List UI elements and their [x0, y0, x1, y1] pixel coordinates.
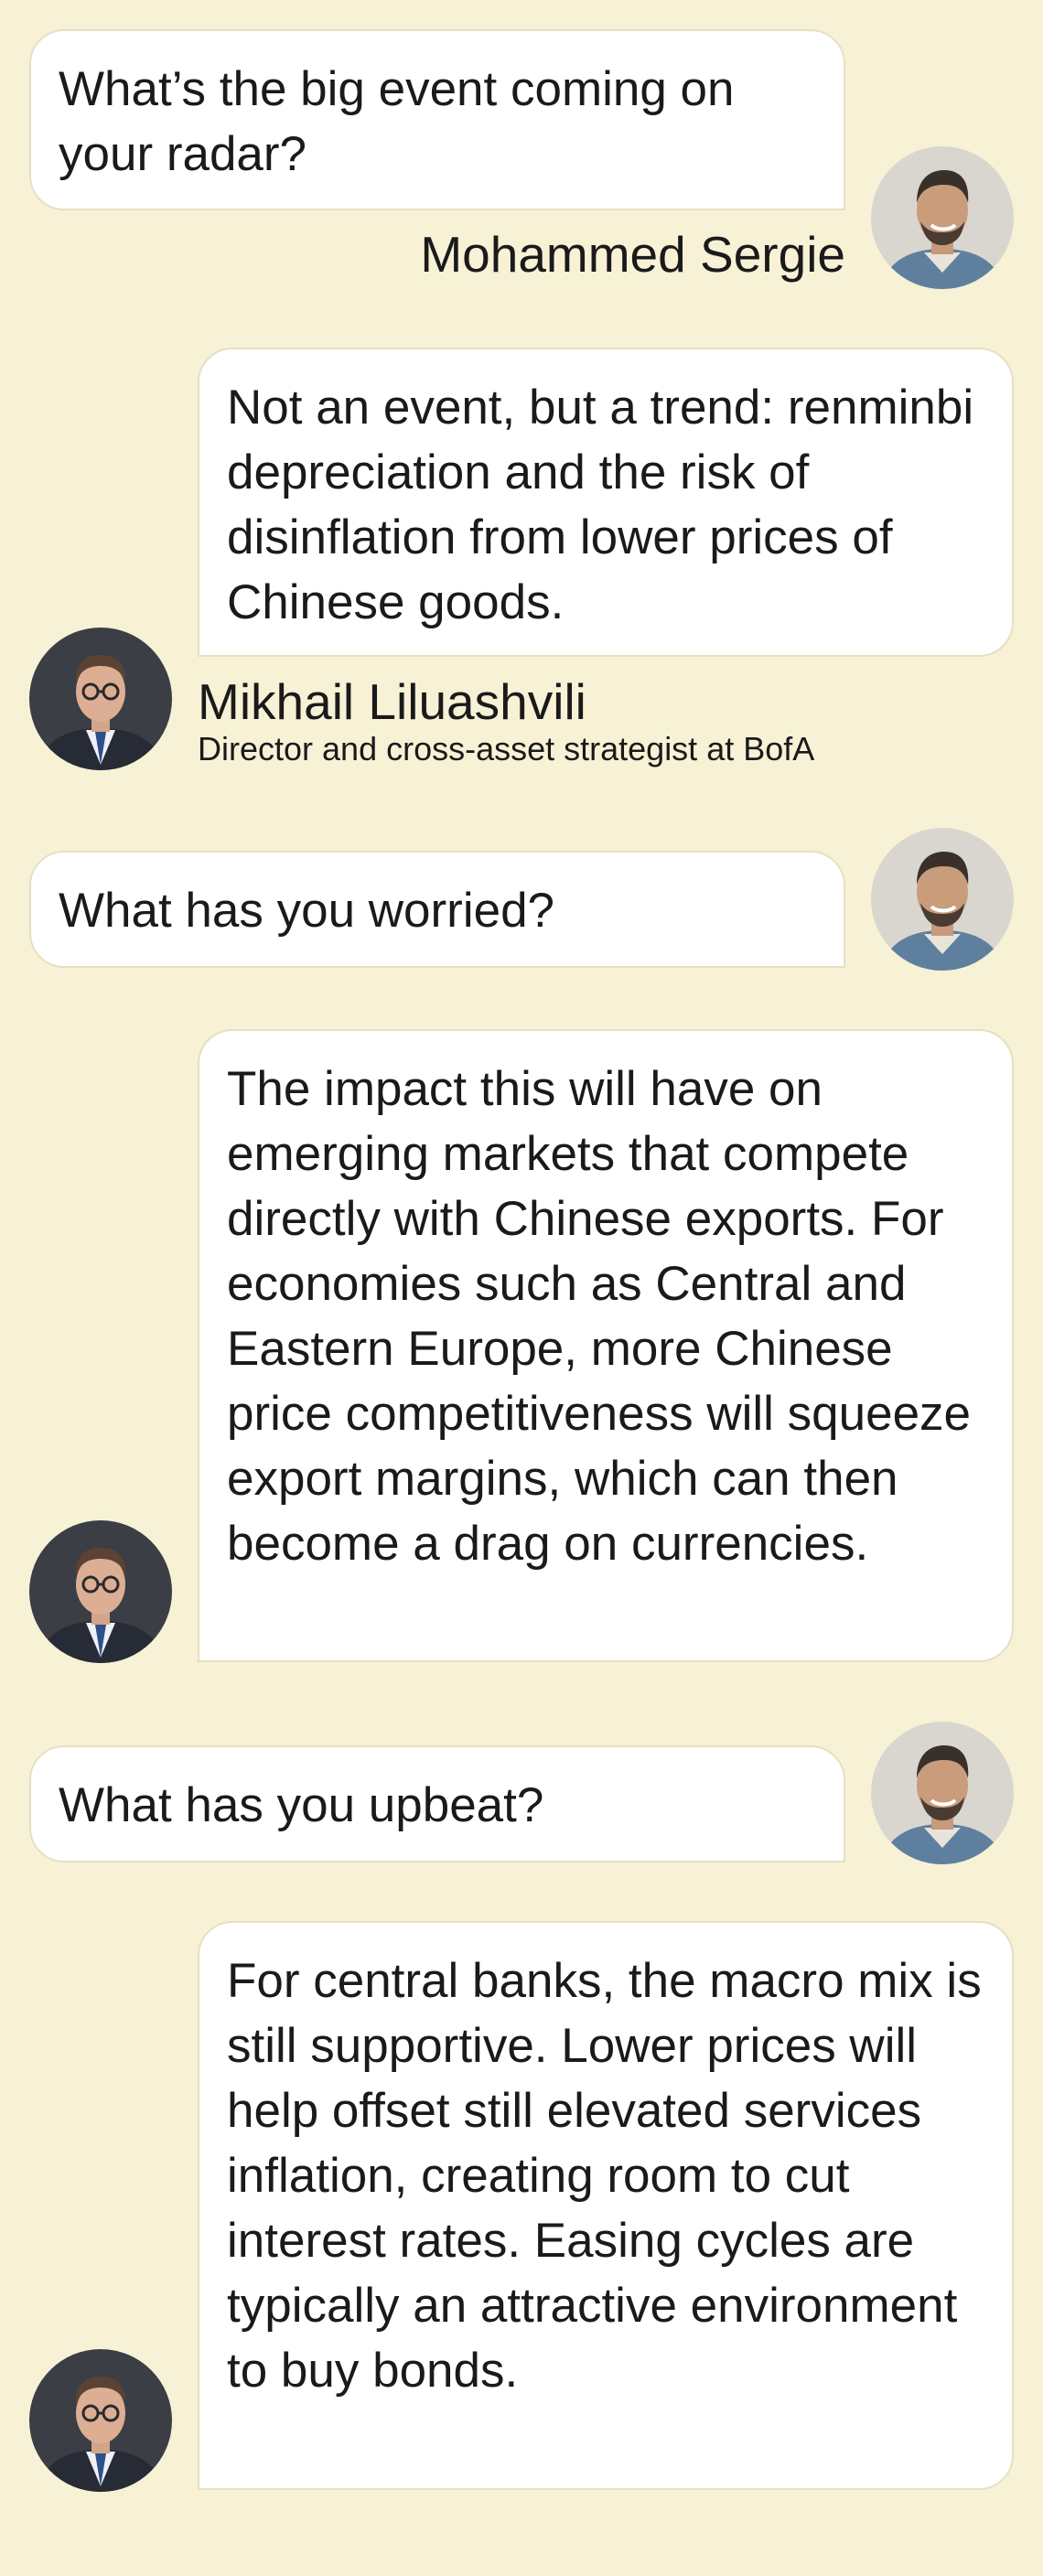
answer-bubble-3: For central banks, the macro mix is stil…: [198, 1921, 1014, 2490]
respondent-avatar-icon: [29, 1520, 172, 1663]
respondent-title: Director and cross-asset strategist at B…: [198, 730, 815, 767]
message-text: What has you worried?: [59, 884, 555, 938]
interviewer-avatar-icon: [871, 1722, 1014, 1864]
message-text: The impact this will have on emerging ma…: [227, 1062, 972, 1571]
respondent-avatar-icon: [29, 628, 172, 770]
answer-bubble-2: The impact this will have on emerging ma…: [198, 1029, 1014, 1662]
interviewer-avatar-icon: [871, 146, 1014, 289]
question-bubble-2: What has you worried?: [29, 851, 845, 968]
question-bubble-1: What’s the big event coming on your rada…: [29, 29, 845, 210]
respondent-name: Mikhail Liluashvili: [198, 673, 586, 730]
interviewer-name: Mohammed Sergie: [420, 226, 845, 283]
respondent-avatar-icon: [29, 2349, 172, 2492]
message-text: For central banks, the macro mix is stil…: [227, 1954, 982, 2398]
message-text: What’s the big event coming on your rada…: [59, 62, 735, 181]
question-bubble-3: What has you upbeat?: [29, 1745, 845, 1862]
interviewer-avatar-icon: [871, 828, 1014, 971]
answer-bubble-1: Not an event, but a trend: renminbi depr…: [198, 348, 1014, 657]
message-text: Not an event, but a trend: renminbi depr…: [227, 381, 974, 629]
message-text: What has you upbeat?: [59, 1778, 544, 1832]
